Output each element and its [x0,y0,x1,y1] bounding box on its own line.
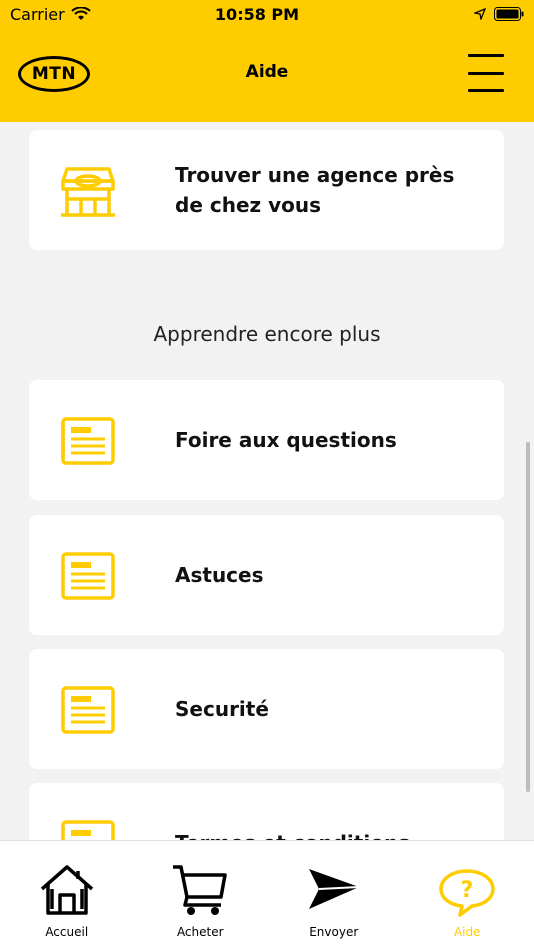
card-terms[interactable]: Termes et conditions [29,783,504,840]
card-label: Astuces [175,563,264,587]
send-icon [308,869,359,909]
tab-aide[interactable]: ? Aide [401,841,534,950]
tab-label: Envoyer [309,925,359,939]
document-icon [61,552,115,600]
document-icon [61,820,115,840]
menu-line-icon [468,71,504,75]
tab-envoyer[interactable]: Envoyer [267,841,401,950]
svg-text:?: ? [461,878,474,903]
help-icon: ? [439,869,495,917]
card-find-agency[interactable]: Trouver une agence près de chez vous [29,130,504,250]
card-security[interactable]: Securité [29,649,504,769]
card-faq[interactable]: Foire aux questions [29,380,504,500]
menu-line-icon [468,89,504,92]
hamburger-menu-button[interactable] [468,54,504,92]
document-icon [61,417,115,465]
menu-line-icon [468,54,504,57]
page-title: Aide [245,62,289,82]
clock: 10:58 PM [214,4,300,24]
app-header: MTN Aide [0,28,534,122]
tab-accueil[interactable]: Accueil [0,841,134,950]
help-content[interactable]: Trouver une agence près de chez vous App… [0,122,534,840]
document-icon [61,686,115,734]
wifi-icon [71,7,91,20]
battery-icon [494,7,524,21]
store-icon [61,167,115,217]
status-bar: Carrier 10:58 PM [0,0,534,28]
bottom-tab-bar: Accueil Acheter Envoyer ? Aide [0,840,534,950]
card-tips[interactable]: Astuces [29,515,504,635]
card-label: Trouver une agence près de chez vous [175,163,455,217]
tab-label: Aide [453,925,481,939]
tab-acheter[interactable]: Acheter [134,841,268,950]
location-arrow-icon [474,8,486,20]
tab-label: Accueil [45,925,89,939]
scrollbar[interactable] [526,442,530,792]
card-label: Foire aux questions [175,428,397,452]
cart-icon [173,865,227,915]
carrier-label: Carrier [10,4,65,24]
section-title: Apprendre encore plus [153,322,381,346]
tab-label: Acheter [176,925,224,939]
carrier-info: Carrier [10,5,180,24]
card-label: Termes et conditions [175,828,484,840]
card-label: Securité [175,697,269,721]
home-icon [40,865,93,915]
